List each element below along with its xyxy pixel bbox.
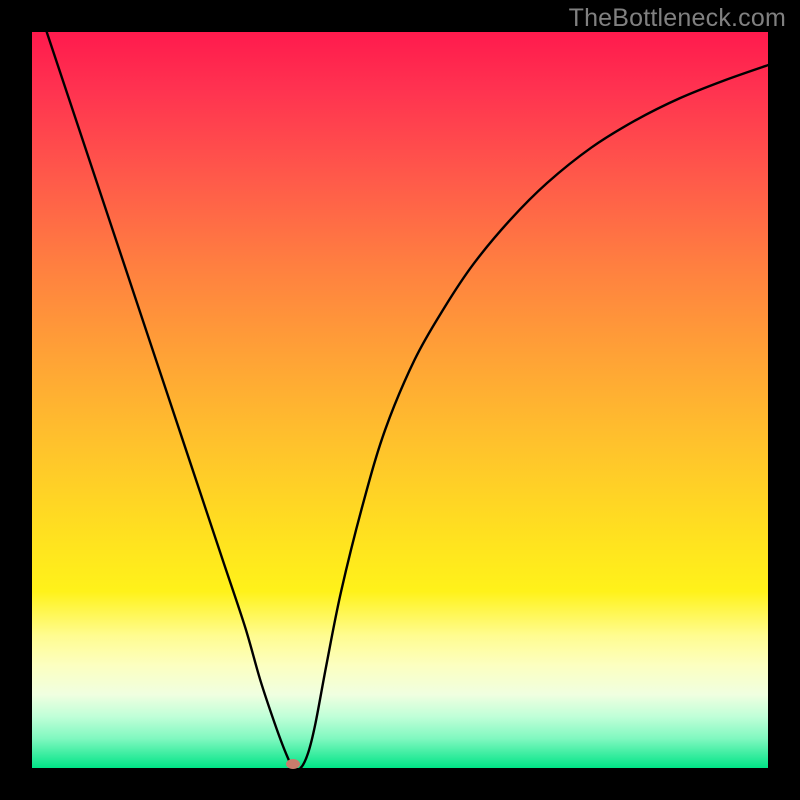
watermark-text: TheBottleneck.com xyxy=(569,4,786,33)
bottleneck-curve xyxy=(32,32,768,768)
chart-frame: TheBottleneck.com xyxy=(0,0,800,800)
plot-area xyxy=(32,32,768,768)
